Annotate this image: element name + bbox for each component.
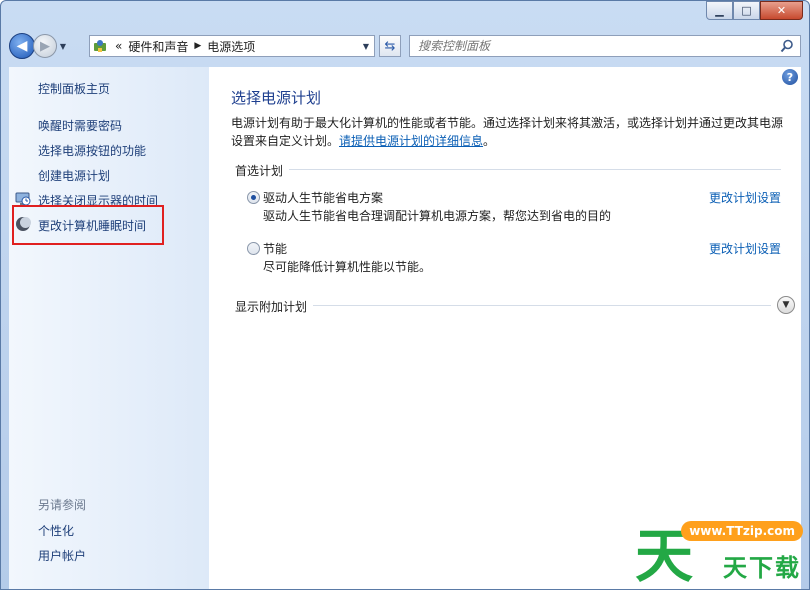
expand-chevron-icon[interactable]: ▼ <box>777 296 795 314</box>
address-bar[interactable]: « 硬件和声音 ▶ 电源选项 ▼ <box>89 35 375 57</box>
change-plan-settings-link[interactable]: 更改计划设置 <box>709 240 781 257</box>
breadcrumb-separator-icon[interactable]: ▶ <box>191 41 204 51</box>
plan-item: 驱动人生节能省电方案 驱动人生节能省电合理调配计算机电源方案，帮您达到省电的目的… <box>247 189 781 225</box>
watermark-logo: 天 www.TTzip.com 天下载 <box>629 509 809 589</box>
plan-name[interactable]: 驱动人生节能省电方案 <box>263 189 383 206</box>
task-pane: 控制面板主页 唤醒时需要密码 选择电源按钮的功能 创建电源计划 选择关闭显示器的… <box>9 67 209 589</box>
close-button[interactable]: ✕ <box>760 1 803 20</box>
sidebar-item-power-buttons[interactable]: 选择电源按钮的功能 <box>38 142 146 159</box>
additional-plans-divider <box>313 305 771 306</box>
watermark-url: www.TTzip.com <box>681 521 803 541</box>
help-icon[interactable]: ? <box>782 69 798 85</box>
page-description: 电源计划有助于最大化计算机的性能或者节能。通过选择计划来将其激活，或选择计划并通… <box>231 114 791 150</box>
sidebar-item-create-plan[interactable]: 创建电源计划 <box>38 167 110 184</box>
forward-arrow-icon: ▶ <box>40 38 50 54</box>
caption-buttons: ▁ □ ✕ <box>706 1 803 20</box>
plan-name[interactable]: 节能 <box>263 240 287 257</box>
plan-details-link[interactable]: 请提供电源计划的详细信息 <box>339 134 483 148</box>
control-panel-home-link[interactable]: 控制面板主页 <box>38 80 110 97</box>
control-panel-icon <box>92 38 108 54</box>
change-plan-settings-link[interactable]: 更改计划设置 <box>709 189 781 206</box>
see-also-personalization-link[interactable]: 个性化 <box>38 522 74 539</box>
description-prefix: 设置来自定义计划。 <box>231 134 340 148</box>
breadcrumb-hardware-sound[interactable]: 硬件和声音 <box>125 38 191 55</box>
search-icon[interactable] <box>780 39 794 53</box>
description-line-2: 设置来自定义计划。请提供电源计划的详细信息。 <box>231 132 791 150</box>
plan-radio[interactable] <box>247 242 260 255</box>
back-arrow-icon: ◀ <box>16 38 28 54</box>
minimize-button[interactable]: ▁ <box>706 1 733 20</box>
watermark-text: 天下载 <box>723 554 801 582</box>
window-frame: ▁ □ ✕ ◀ ▶ ▼ « 硬件和声音 ▶ 电源选项 ▼ ⇆ 搜索控制面板 控制… <box>0 0 810 590</box>
search-input[interactable] <box>418 39 778 53</box>
navigation-bar: ◀ ▶ ▼ « 硬件和声音 ▶ 电源选项 ▼ ⇆ <box>9 31 801 61</box>
refresh-button[interactable]: ⇆ <box>379 35 401 57</box>
address-dropdown-icon[interactable]: ▼ <box>358 36 374 56</box>
history-dropdown-button[interactable]: ▼ <box>57 42 69 51</box>
plan-description: 驱动人生节能省电合理调配计算机电源方案，帮您达到省电的目的 <box>263 209 612 223</box>
plan-description: 尽可能降低计算机性能以节能。 <box>263 260 432 274</box>
page-title: 选择电源计划 <box>231 89 322 107</box>
additional-plans-header[interactable]: 显示附加计划 <box>235 298 307 315</box>
see-also-heading: 另请参阅 <box>38 498 87 512</box>
breadcrumb-overflow[interactable]: « <box>112 39 125 53</box>
description-suffix: 。 <box>483 134 496 148</box>
preferred-plans-divider <box>289 169 781 170</box>
refresh-icon: ⇆ <box>384 38 396 54</box>
description-line-1: 电源计划有助于最大化计算机的性能或者节能。通过选择计划来将其激活，或选择计划并通… <box>231 116 784 130</box>
plan-radio-selected[interactable] <box>247 191 260 204</box>
search-box[interactable] <box>409 35 801 57</box>
forward-button[interactable]: ▶ <box>33 34 57 58</box>
highlight-box <box>12 205 164 245</box>
back-button[interactable]: ◀ <box>9 33 35 59</box>
see-also-user-accounts-link[interactable]: 用户帐户 <box>38 547 86 564</box>
breadcrumb-power-options[interactable]: 电源选项 <box>204 38 258 55</box>
maximize-button[interactable]: □ <box>733 1 760 20</box>
plan-item: 节能 尽可能降低计算机性能以节能。 更改计划设置 <box>247 240 781 276</box>
sidebar-item-wake-password[interactable]: 唤醒时需要密码 <box>38 117 122 134</box>
preferred-plans-header: 首选计划 <box>235 164 284 178</box>
